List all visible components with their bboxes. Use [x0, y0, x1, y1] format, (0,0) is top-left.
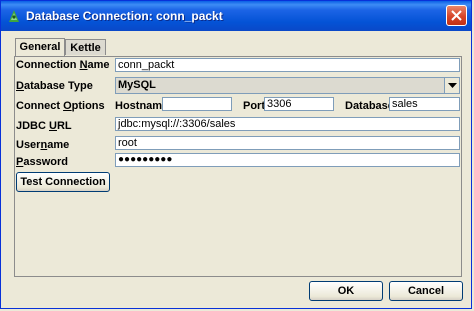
connection-name-label: Connection Name	[16, 59, 110, 71]
window-title: Database Connection: conn_packt	[26, 9, 223, 23]
cancel-button[interactable]: Cancel	[389, 281, 463, 301]
close-icon	[451, 10, 462, 21]
password-label: Password	[16, 156, 68, 168]
chevron-down-icon	[448, 83, 457, 88]
database-input[interactable]: sales	[389, 97, 460, 111]
username-label: Username	[16, 139, 70, 151]
dialog-window: Database Connection: conn_packt General …	[0, 0, 472, 309]
database-label: Database	[345, 100, 394, 112]
port-label: Port	[243, 100, 265, 112]
tab-general[interactable]: General	[15, 38, 65, 56]
hostname-input[interactable]	[162, 97, 232, 111]
title-bar[interactable]: Database Connection: conn_packt	[1, 1, 471, 31]
hostname-label: Hostname	[115, 100, 169, 112]
jdbc-url-input[interactable]: jdbc:mysql://:3306/sales	[115, 117, 460, 131]
database-type-label: Database Type	[16, 80, 93, 92]
jdbc-url-label: JDBC URL	[16, 120, 72, 132]
close-button[interactable]	[446, 5, 467, 26]
connect-options-label: Connect Options	[16, 100, 105, 112]
spoon-app-icon	[9, 10, 19, 22]
database-type-value: MySQL	[118, 79, 156, 91]
test-connection-button[interactable]: Test Connection	[16, 172, 110, 192]
dropdown-arrow[interactable]	[444, 78, 459, 93]
port-input[interactable]: 3306	[264, 97, 334, 111]
username-input[interactable]: root	[115, 136, 460, 150]
connection-name-input[interactable]: conn_packt	[115, 58, 460, 72]
database-type-select[interactable]: MySQL	[115, 77, 460, 94]
password-input[interactable]: ●●●●●●●●●	[115, 153, 460, 167]
tab-kettle[interactable]: Kettle	[65, 39, 106, 55]
ok-button[interactable]: OK	[309, 281, 383, 301]
